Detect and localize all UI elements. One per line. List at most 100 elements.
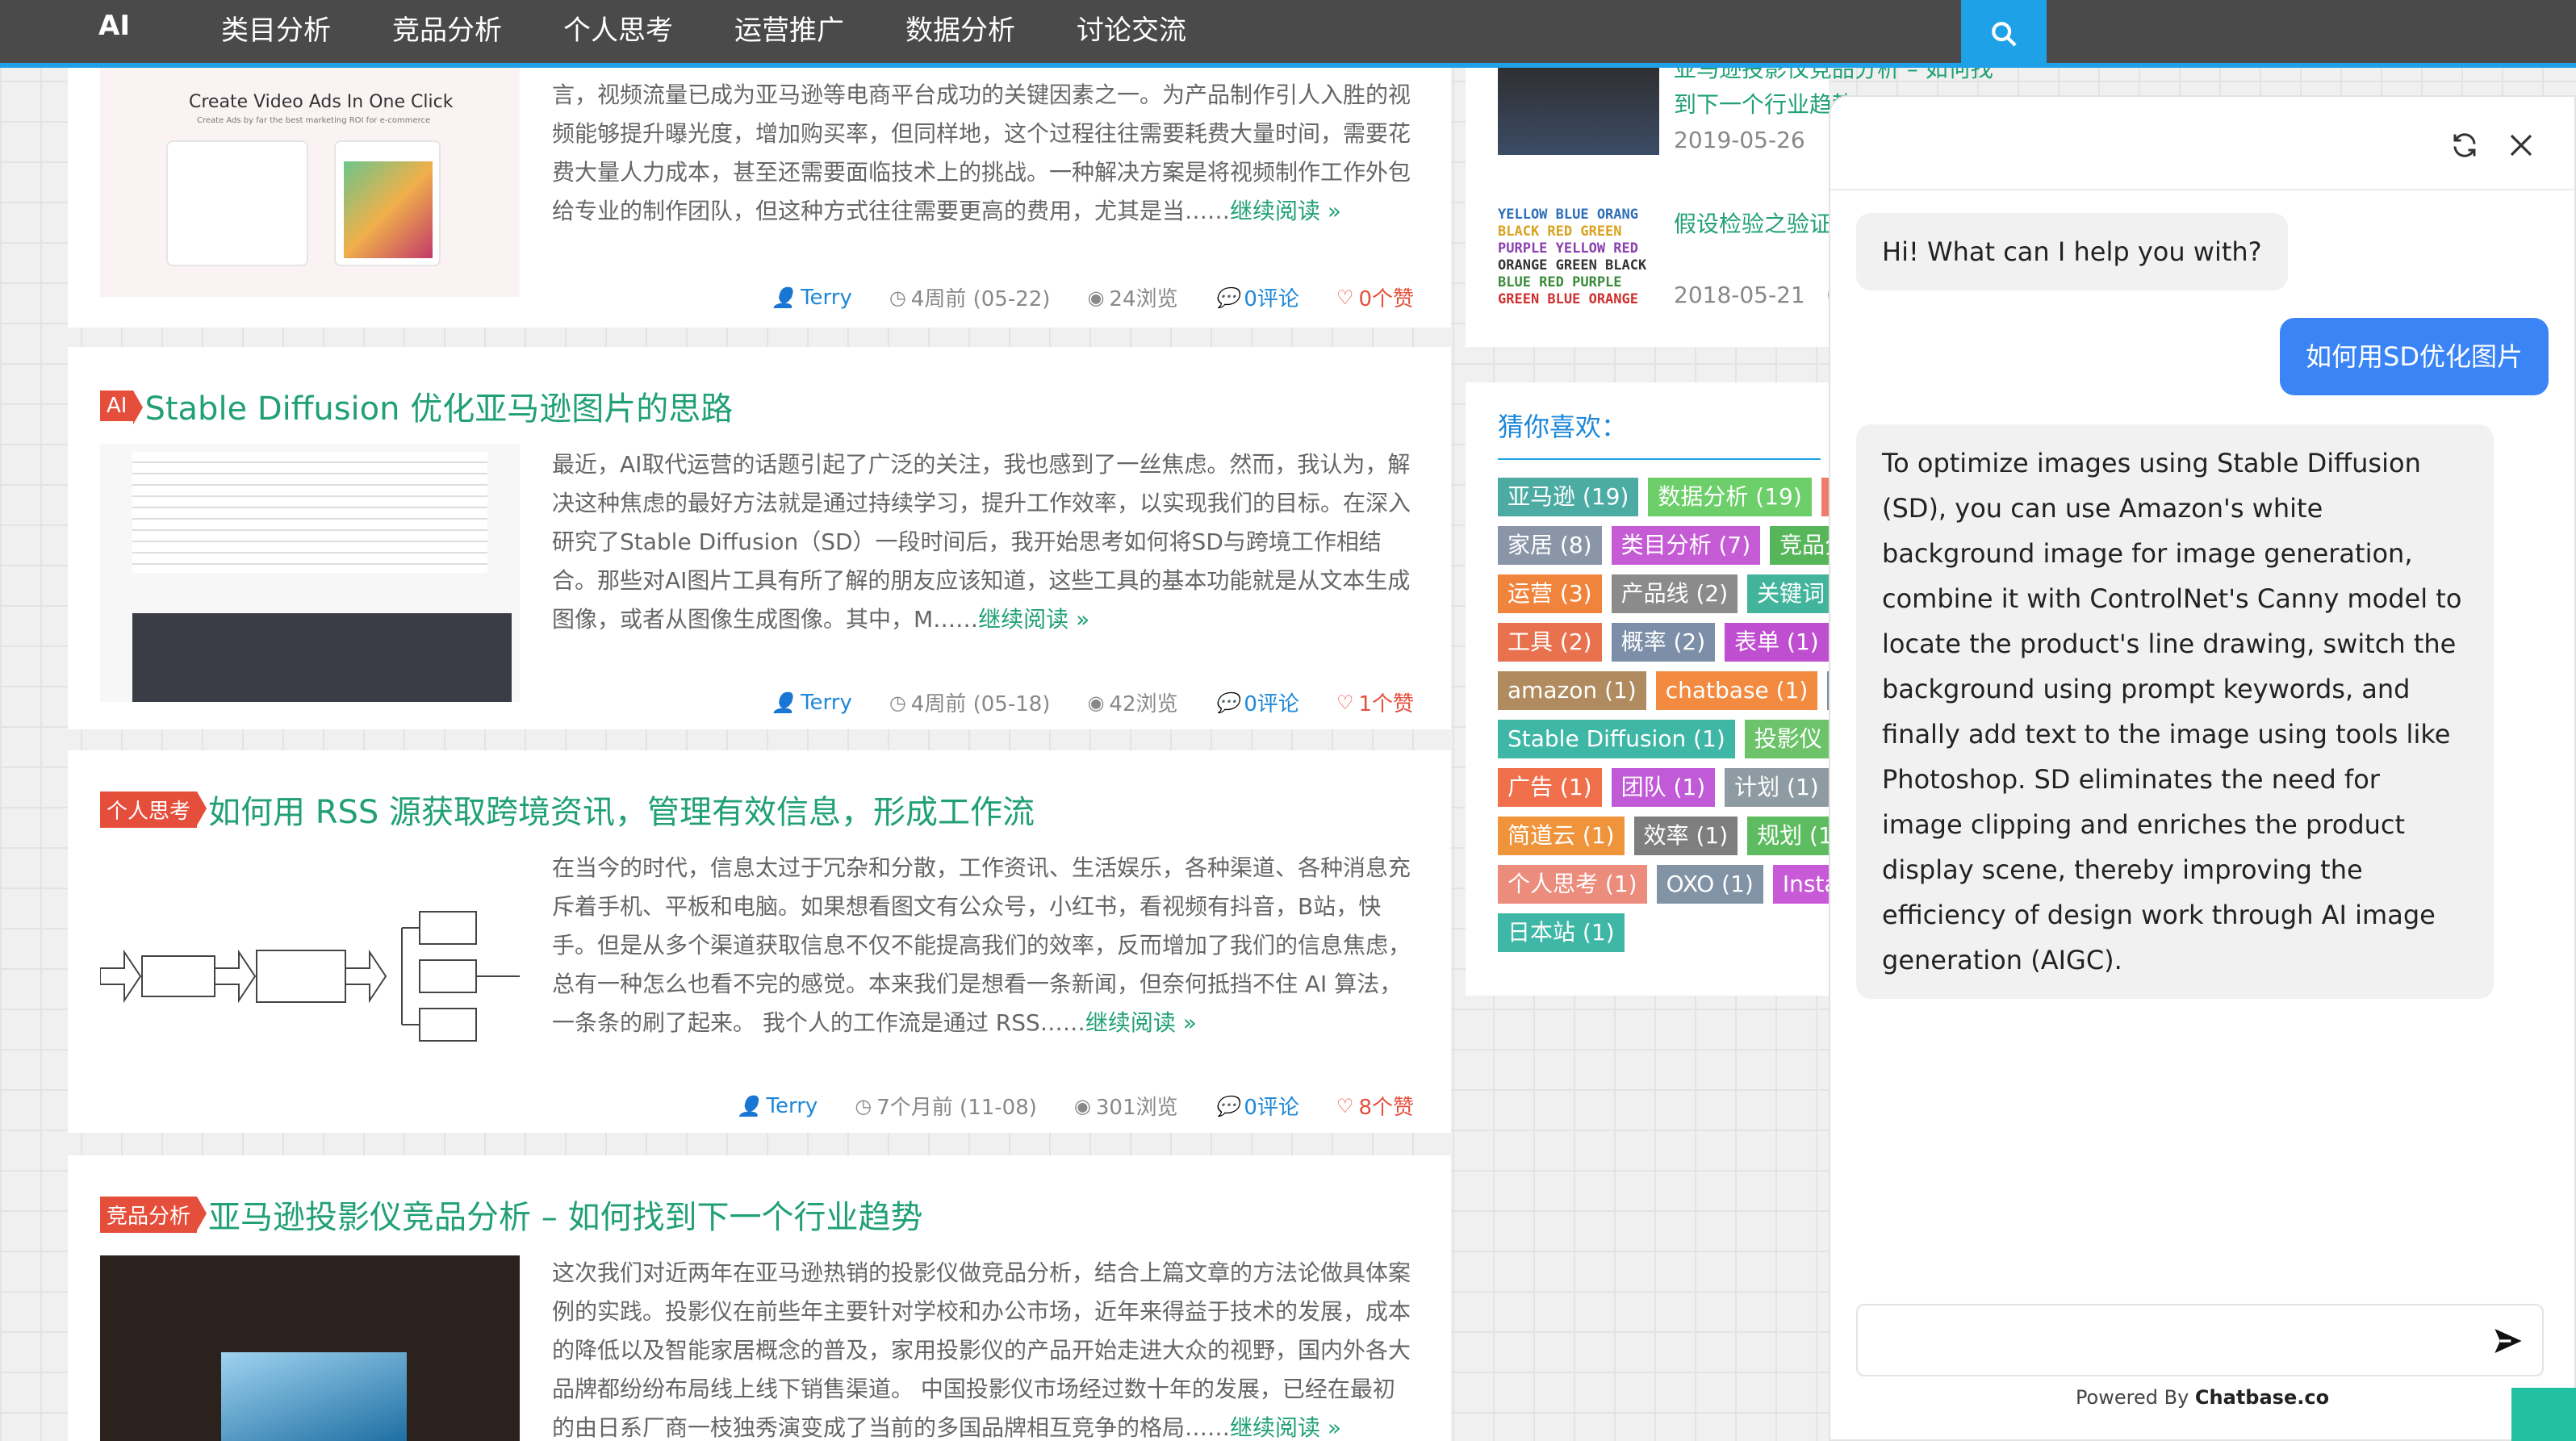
article-title-text[interactable]: Stable Diffusion 优化亚马逊图片的思路 xyxy=(144,382,733,429)
author-link[interactable]: 👤 Terry xyxy=(772,282,852,312)
user-icon: 👤 xyxy=(772,286,797,309)
nav-item-operations[interactable]: 运营推广 xyxy=(734,8,844,48)
floating-widget-edge[interactable] xyxy=(2511,1388,2576,1441)
comment-link[interactable]: 💬 0评论 xyxy=(1215,282,1299,312)
article-excerpt: 最近，AI取代运营的话题引起了广泛的关注，我也感到了一丝焦虑。然而，我认为，解决… xyxy=(552,451,1411,633)
article-thumbnail[interactable]: Create Video Ads In One Click Create Ads… xyxy=(100,68,520,297)
article-thumbnail[interactable] xyxy=(100,847,520,1105)
clock-icon: ◷ xyxy=(889,286,906,309)
category-tag[interactable]: 个人思考 xyxy=(100,791,207,828)
tag-chip[interactable]: 产品线 (2) xyxy=(1611,574,1738,613)
comment-link[interactable]: 💬 0评论 xyxy=(1215,687,1299,717)
hot-post-thumbnail[interactable]: YELLOW BLUE ORANG BLACK RED GREEN PURPLE… xyxy=(1498,207,1659,310)
tag-cloud-title: 猜你喜欢： xyxy=(1498,411,1628,442)
tag-chip[interactable]: 个人思考 (1) xyxy=(1498,865,1647,904)
read-more-link[interactable]: 继续阅读 » xyxy=(1085,1009,1197,1036)
chatbase-link[interactable]: Chatbase.co xyxy=(2195,1386,2329,1409)
bot-reply-message: To optimize images using Stable Diffusio… xyxy=(1856,424,2494,999)
like-button[interactable]: ♡ 1个赞 xyxy=(1336,687,1414,717)
send-button[interactable] xyxy=(2492,1325,2524,1357)
article-title[interactable]: 竞品分析 亚马逊投影仪竞品分析 – 如何找到下一个行业趋势 xyxy=(100,1191,922,1238)
stroop-word-line: PURPLE YELLOW RED xyxy=(1498,240,1638,257)
top-nav: AI 类目分析 竞品分析 个人思考 运营推广 数据分析 讨论交流 xyxy=(0,0,2576,68)
article-title-text[interactable]: 亚马逊投影仪竞品分析 – 如何找到下一个行业趋势 xyxy=(208,1191,922,1238)
read-more-link[interactable]: 继续阅读 » xyxy=(1230,198,1341,224)
view-count: ◉ 42浏览 xyxy=(1087,691,1178,717)
view-count: ◉ 301浏览 xyxy=(1073,1094,1178,1121)
category-tag[interactable]: 竞品分析 xyxy=(100,1196,207,1233)
tag-chip[interactable]: 广告 (1) xyxy=(1498,768,1602,807)
nav-item-competitor[interactable]: 竞品分析 xyxy=(392,8,502,48)
eye-icon: ◉ xyxy=(1087,286,1105,309)
tag-row: 运营 (3) 产品线 (2) 关键词 (2 xyxy=(1498,574,1865,613)
thumb-doc-lines xyxy=(132,452,487,573)
search-button[interactable] xyxy=(1961,0,2047,68)
like-button[interactable]: ♡ 0个赞 xyxy=(1336,282,1414,312)
tag-chip[interactable]: 类目分析 (7) xyxy=(1611,526,1761,565)
tag-chip[interactable]: 团队 (1) xyxy=(1611,768,1716,807)
tag-chip[interactable]: 工具 (2) xyxy=(1498,623,1602,662)
tag-chip[interactable]: 表单 (1) xyxy=(1725,623,1829,662)
chat-input[interactable] xyxy=(1874,1317,2471,1365)
article-title[interactable]: 个人思考 如何用 RSS 源获取跨境资讯，管理有效信息，形成工作流 xyxy=(100,786,1035,833)
chat-header-divider xyxy=(1830,189,2574,190)
tag-chip[interactable]: OXO (1) xyxy=(1656,865,1763,904)
nav-item-data[interactable]: 数据分析 xyxy=(905,8,1015,48)
tag-chip[interactable]: 数据分析 (19) xyxy=(1648,478,1812,516)
article-card: 个人思考 如何用 RSS 源获取跨境资讯，管理有效信息，形成工作流 在当今的时代… xyxy=(68,750,1451,1133)
read-more-link[interactable]: 继续阅读 » xyxy=(978,606,1089,633)
comment-icon: 💬 xyxy=(1215,286,1240,309)
hot-post-title[interactable]: 假设检验之验证 xyxy=(1674,207,1841,242)
article-meta: 👤 Terry ◷ 4周前 (05-18) ◉ 42浏览 💬 0评论 ♡ 1个赞 xyxy=(734,687,1414,717)
nav-item-thoughts[interactable]: 个人思考 xyxy=(563,8,673,48)
thumb-form xyxy=(166,140,308,266)
article-card: 竞品分析 亚马逊投影仪竞品分析 – 如何找到下一个行业趋势 这次我们对近两年在亚… xyxy=(68,1155,1451,1441)
hot-post-item[interactable]: YELLOW BLUE ORANG BLACK RED GREEN PURPLE… xyxy=(1498,207,1841,313)
send-icon xyxy=(2494,1329,2522,1353)
tag-row: 广告 (1)团队 (1)计划 (1)文 xyxy=(1498,768,1880,807)
article-thumbnail[interactable] xyxy=(100,1255,520,1441)
comment-link[interactable]: 💬 0评论 xyxy=(1215,1091,1299,1121)
tag-row: 工具 (2)概率 (2)表单 (1)c xyxy=(1498,623,1871,662)
post-time: ◷ 4周前 (05-18) xyxy=(889,691,1051,717)
tag-chip[interactable]: 简道云 (1) xyxy=(1498,817,1625,855)
author-link[interactable]: 👤 Terry xyxy=(772,687,852,717)
site-logo[interactable]: AI xyxy=(98,10,130,42)
tag-chip[interactable]: 日本站 (1) xyxy=(1498,913,1625,952)
article-title-text[interactable]: 如何用 RSS 源获取跨境资讯，管理有效信息，形成工作流 xyxy=(208,786,1035,833)
read-more-link[interactable]: 继续阅读 » xyxy=(1230,1414,1341,1441)
sidebar-tag-cloud: 猜你喜欢： 亚马逊 (19)数据分析 (19)py 家居 (8)类目分析 (7)竞… xyxy=(1466,382,1882,996)
user-icon: 👤 xyxy=(737,1094,762,1117)
tag-chip[interactable]: 家居 (8) xyxy=(1498,526,1602,565)
nav-item-category[interactable]: 类目分析 xyxy=(221,8,331,48)
eye-icon: ◉ xyxy=(1087,691,1105,714)
tag-chip[interactable]: 概率 (2) xyxy=(1611,623,1716,662)
view-count: ◉ 24浏览 xyxy=(1087,286,1178,312)
tag-row: amazon (1)chatbase (1)aig xyxy=(1498,671,1882,710)
chat-input-container xyxy=(1856,1304,2544,1376)
tag-row: 个人思考 (1) OXO (1) Instant xyxy=(1498,865,1871,904)
tag-chip[interactable]: 效率 (1) xyxy=(1633,817,1738,855)
user-icon: 👤 xyxy=(772,691,797,714)
tag-chip[interactable]: Stable Diffusion (1) xyxy=(1498,720,1735,758)
tag-cloud-divider xyxy=(1498,458,1821,460)
heart-icon: ♡ xyxy=(1336,1094,1354,1117)
stroop-word-line: YELLOW BLUE ORANG xyxy=(1498,207,1638,223)
author-link[interactable]: 👤 Terry xyxy=(738,1091,818,1121)
close-button[interactable] xyxy=(2505,129,2537,161)
category-tag[interactable]: AI xyxy=(100,391,144,424)
tag-row: Stable Diffusion (1) 投影仪 (1) xyxy=(1498,720,1871,758)
nav-item-discussion[interactable]: 讨论交流 xyxy=(1077,8,1186,48)
article-title[interactable]: AI Stable Diffusion 优化亚马逊图片的思路 xyxy=(100,382,733,429)
tag-chip[interactable]: 亚马逊 (19) xyxy=(1498,478,1639,516)
like-button[interactable]: ♡ 8个赞 xyxy=(1336,1091,1414,1121)
tag-chip[interactable]: 计划 (1) xyxy=(1725,768,1829,807)
stroop-word-line: BLUE RED PURPLE xyxy=(1498,274,1622,290)
article-thumbnail[interactable] xyxy=(100,444,520,702)
tag-chip[interactable]: chatbase (1) xyxy=(1655,671,1818,710)
tag-chip[interactable]: 运营 (3) xyxy=(1498,574,1602,613)
refresh-button[interactable] xyxy=(2448,129,2481,161)
clock-icon: ◷ xyxy=(855,1094,872,1117)
tag-chip[interactable]: amazon (1) xyxy=(1498,671,1646,710)
post-time: ◷ 7个月前 (11-08) xyxy=(855,1094,1037,1121)
